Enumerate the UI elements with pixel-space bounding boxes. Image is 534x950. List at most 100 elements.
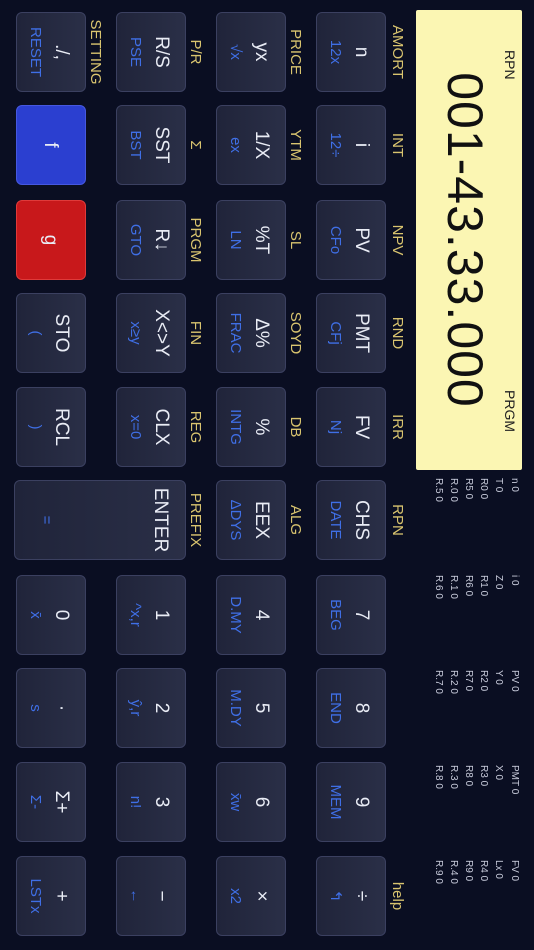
key-ENTER[interactable]: ENTER = (14, 480, 186, 560)
key-shift-label: ← (127, 888, 144, 904)
key-8[interactable]: 8 END (316, 668, 386, 748)
calculator: RPN PRGM 001-43.33.000 n 0i 0 PV 0 PMT 0 FV… (0, 0, 534, 950)
register-z: Z 0 (493, 575, 504, 589)
key-main-label: ENTER (150, 487, 171, 553)
key-sym[interactable]: − ← (116, 856, 186, 936)
register-y: Y 0 (493, 670, 504, 685)
key-PMT[interactable]: PMT CFj (316, 293, 386, 373)
register-rdot4: R.4 0 (448, 860, 459, 884)
register-value: 0 (478, 777, 489, 787)
key-sym[interactable]: Δ% FRAC (216, 293, 286, 373)
key-R[interactable]: R↓ GTO (116, 200, 186, 280)
key-shift-label: ex (227, 137, 244, 153)
register-value: 0 (433, 780, 444, 789)
key-RCL[interactable]: RCL) (16, 387, 86, 467)
register-rdot0: R.0 0 (448, 478, 459, 502)
key-shift-label: LN (227, 230, 244, 250)
key-T[interactable]: %T LN (216, 200, 286, 280)
register-value: 0 (448, 685, 459, 694)
key-2[interactable]: 2 ŷ,r (116, 668, 186, 748)
key-EEX[interactable]: EEX ΔDYS (216, 480, 286, 560)
register-value: 0 (509, 483, 520, 492)
key-main-label: g (40, 234, 61, 246)
key-main-label: STO (51, 313, 72, 353)
key-shift-label: n! (127, 795, 144, 809)
gold-label-sl: SL (287, 230, 304, 250)
register-r7: R7 0 (463, 670, 474, 691)
register-value: 0 (433, 493, 444, 502)
key-main-label: CHS (351, 499, 372, 541)
key-CHS[interactable]: CHS DATE (316, 480, 386, 560)
key-sym[interactable]: · s (16, 668, 86, 748)
register-rdot1: R.1 0 (448, 575, 459, 599)
key-PV[interactable]: PV CFo (316, 200, 386, 280)
key-shift-label: x2 (227, 888, 244, 904)
key-1X[interactable]: 1/X ex (216, 105, 286, 185)
key-7[interactable]: 7 BEG (316, 575, 386, 655)
key-1[interactable]: 1 ^x,r (116, 575, 186, 655)
key-i[interactable]: i 12÷ (316, 105, 386, 185)
register-r2: R2 0 (478, 670, 489, 691)
register-value: 0 (509, 785, 520, 795)
key-STO[interactable]: STO ( (16, 293, 86, 373)
key-f[interactable]: f (16, 105, 86, 185)
register-name: R9 (463, 860, 474, 873)
key-shift-label: ) (27, 424, 44, 430)
key-shift-label: BST (127, 130, 144, 160)
register-name: R8 (463, 765, 474, 778)
key-CLX[interactable]: CLX x=0 (116, 387, 186, 467)
key-main-label: 3 (151, 796, 172, 808)
register-name: R2 (478, 670, 489, 683)
key-sym[interactable]: Σ+ Σ- (16, 762, 86, 842)
key-main-label: SST (151, 126, 172, 164)
key-yx[interactable]: yx √x (216, 12, 286, 92)
register-name: R.6 (433, 575, 444, 591)
key-6[interactable]: 6 x̄w (216, 762, 286, 842)
key-RS[interactable]: R/S PSE (116, 12, 186, 92)
register-value: 0 (509, 683, 520, 692)
key-shift-label: Σ- (27, 794, 44, 810)
gold-label-db: DB (287, 416, 304, 438)
gold-label-npv: NPV (389, 224, 406, 256)
register-value: 0 (448, 590, 459, 599)
key-3[interactable]: 3 n! (116, 762, 186, 842)
key-shift-label: PSE (127, 36, 144, 67)
gold-label-fin: FIN (187, 320, 204, 346)
register-name: FV (509, 860, 520, 873)
register-name: R6 (463, 575, 474, 588)
key-sym[interactable]: ÷ ↰ (316, 856, 386, 936)
register-value: 0 (463, 587, 474, 597)
key-4[interactable]: 4 D.MY (216, 575, 286, 655)
key-sym[interactable]: × x2 (216, 856, 286, 936)
key-n[interactable]: n 12x (316, 12, 386, 92)
gold-label-help: help (389, 881, 406, 911)
register-value: 0 (463, 682, 474, 692)
key-shift-label: √x (227, 44, 244, 60)
key-shift-label: DATE (327, 500, 344, 540)
key-FV[interactable]: FV Nj (316, 387, 386, 467)
key-shift-label: CFj (327, 321, 344, 345)
key-main-label: f (40, 142, 61, 148)
register-i: i 0 (509, 575, 520, 586)
register-r5: R5 0 (463, 478, 474, 499)
key-9[interactable]: 9 MEM (316, 762, 386, 842)
key-main-label: PV (351, 227, 372, 253)
key-0[interactable]: 0 x̄ (16, 575, 86, 655)
key-main-label: ÷ (351, 890, 372, 902)
register-rdot5: R.5 0 (433, 478, 444, 502)
key-XY[interactable]: X<>Y x≥y (116, 293, 186, 373)
key-shift-label: x̄w (227, 792, 244, 812)
gold-label-reg: REG (187, 410, 204, 444)
key-main-label: 4 (251, 609, 272, 621)
key-sym[interactable]: + LSTx (16, 856, 86, 936)
key-shift-label: GTO (127, 223, 144, 257)
key-SST[interactable]: SST BST (116, 105, 186, 185)
key-g[interactable]: g (16, 200, 86, 280)
key-5[interactable]: 5 M.DY (216, 668, 286, 748)
register-r8: R8 0 (463, 765, 474, 786)
key-shift-label: INTG (227, 409, 244, 445)
key-main-label: FV (351, 414, 372, 440)
key-sym[interactable]: % INTG (216, 387, 286, 467)
key-shift-label: RESET (27, 26, 44, 77)
key-sym[interactable]: ./, RESET (16, 12, 86, 92)
